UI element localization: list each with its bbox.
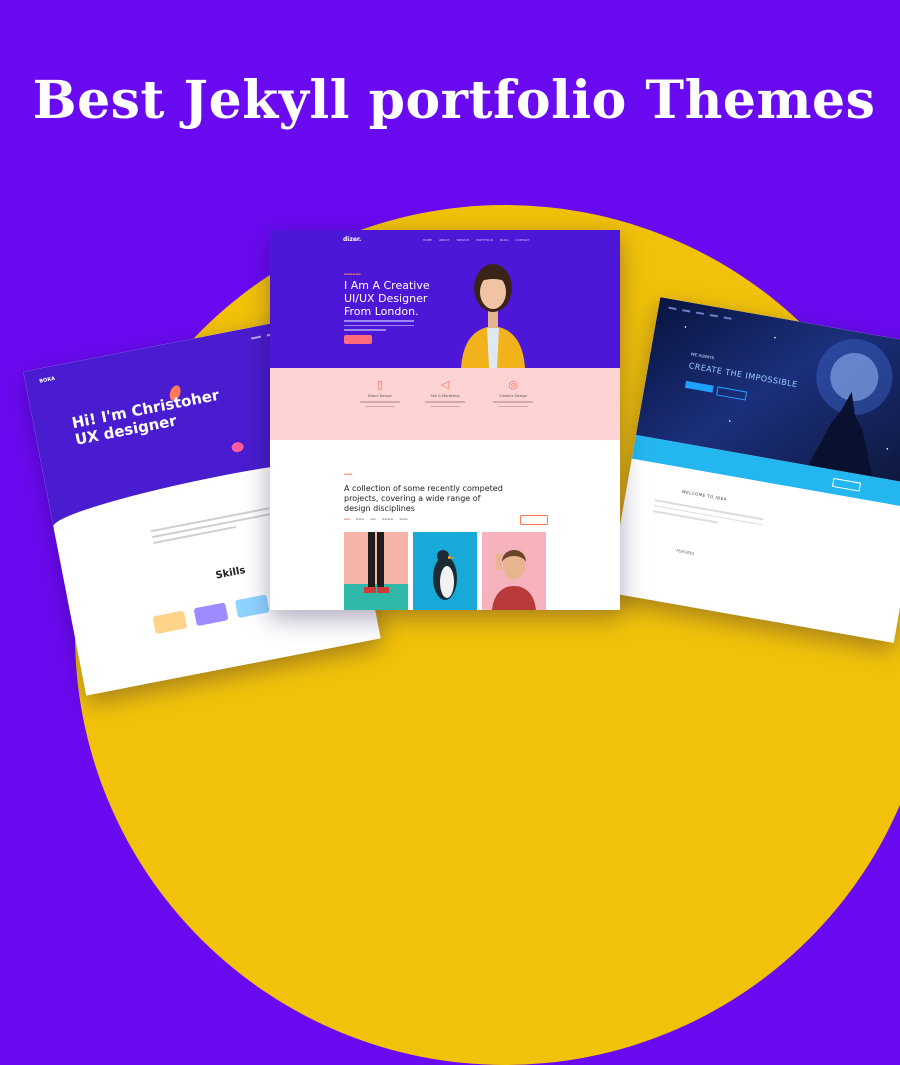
document-icon: ▯: [376, 378, 384, 391]
center-theme-nav: HOME ABOUT SERVICE PORTFOLIO BLOG CONTAC…: [423, 238, 530, 242]
skill-card: [193, 602, 229, 627]
center-theme-cta-button: [344, 335, 372, 344]
left-theme-headline: Hi! I'm Christoher UX designer: [70, 385, 221, 449]
center-theme-subtext: [344, 320, 414, 334]
service-card: ◁ Seo & Marketing: [415, 378, 475, 407]
right-theme-features: FEATURES: [676, 548, 695, 556]
man-photo: [482, 532, 546, 610]
portfolio-heading: A collection of some recently competed p…: [344, 484, 503, 513]
center-theme-brand: dizer.: [343, 236, 362, 243]
service-card: ▯ Brand Design: [350, 378, 410, 407]
skill-card: [152, 610, 188, 635]
portfolio-thumbnail: [344, 532, 408, 610]
center-theme-hero: dizer. HOME ABOUT SERVICE PORTFOLIO BLOG…: [270, 230, 620, 368]
center-theme-services: ▯ Brand Design ◁ Seo & Marketing ◎ Creat…: [270, 368, 620, 440]
nav-item: HOME: [423, 238, 433, 242]
nav-item: CONTACT: [515, 238, 530, 242]
megaphone-icon: ◁: [440, 378, 450, 391]
right-theme-preview: WE ALWAYS CREATE THE IMPOSSIBLE WELCOME …: [608, 297, 900, 643]
right-theme-welcome: WELCOME TO IDEA: [681, 488, 728, 502]
banner-title: Best Jekyll portfolio Themes: [32, 70, 876, 131]
portfolio-tag-bar: ▬▬▬: [344, 472, 353, 476]
portfolio-thumbnail: [482, 532, 546, 610]
portfolio-filters: ▬▬ ▬▬▬ ▬▬ ▬▬▬▬ ▬▬▬: [344, 517, 408, 521]
left-theme-brand: BOKA: [38, 375, 56, 385]
pink-blob-decoration: [230, 441, 245, 454]
palette-icon: ◎: [508, 378, 518, 391]
center-theme-headline: I Am A Creative UI/UX Designer From Lond…: [344, 279, 430, 318]
designer-portrait: [461, 264, 525, 368]
penguin-photo: [413, 532, 477, 610]
portfolio-thumbnail: [413, 532, 477, 610]
nav-item: PORTFOLIO: [476, 238, 494, 242]
portfolio-more-button: [520, 515, 548, 525]
center-theme-tagline-bar: ▬▬▬▬▬▬: [344, 272, 362, 276]
right-theme-paragraph: [652, 499, 764, 534]
legs-photo: [344, 532, 408, 610]
nav-item: SERVICE: [456, 238, 470, 242]
nav-item: ABOUT: [439, 238, 450, 242]
skill-card: [234, 594, 270, 619]
service-card: ◎ Creative Design: [483, 378, 543, 407]
center-theme-preview: dizer. HOME ABOUT SERVICE PORTFOLIO BLOG…: [270, 230, 620, 610]
nav-item: BLOG: [500, 238, 509, 242]
left-theme-section-title: Skills: [214, 565, 247, 582]
